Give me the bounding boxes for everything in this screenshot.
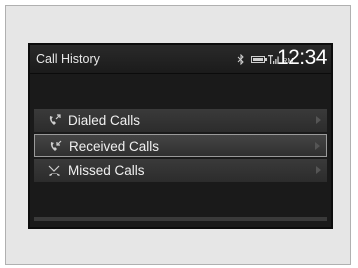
list-item-label: Dialed Calls <box>68 113 141 128</box>
list-item-label: Missed Calls <box>68 163 145 178</box>
page-title: Call History <box>36 52 100 66</box>
missed-call-icon <box>48 165 60 176</box>
bluetooth-icon <box>237 54 244 65</box>
list-item-received-calls[interactable]: Received Calls <box>34 134 327 157</box>
chevron-right-icon <box>315 142 320 150</box>
list-item-dialed-calls[interactable]: Dialed Calls <box>34 109 327 132</box>
scrollbar[interactable] <box>34 217 327 221</box>
call-history-list: Dialed Calls Received Calls Missed Calls <box>34 109 327 184</box>
chevron-right-icon <box>316 116 321 124</box>
dialed-call-icon <box>49 114 61 125</box>
received-call-icon <box>50 140 62 151</box>
clock: 12:34 <box>276 46 328 69</box>
chevron-right-icon <box>316 166 321 174</box>
battery-icon <box>251 56 267 63</box>
list-item-missed-calls[interactable]: Missed Calls <box>34 159 327 182</box>
list-item-label: Received Calls <box>69 139 160 154</box>
header-bar: Call History RM 12:34 <box>30 45 331 74</box>
display-screen: Call History RM 12:34 Dialed Calls Recei… <box>28 43 333 229</box>
